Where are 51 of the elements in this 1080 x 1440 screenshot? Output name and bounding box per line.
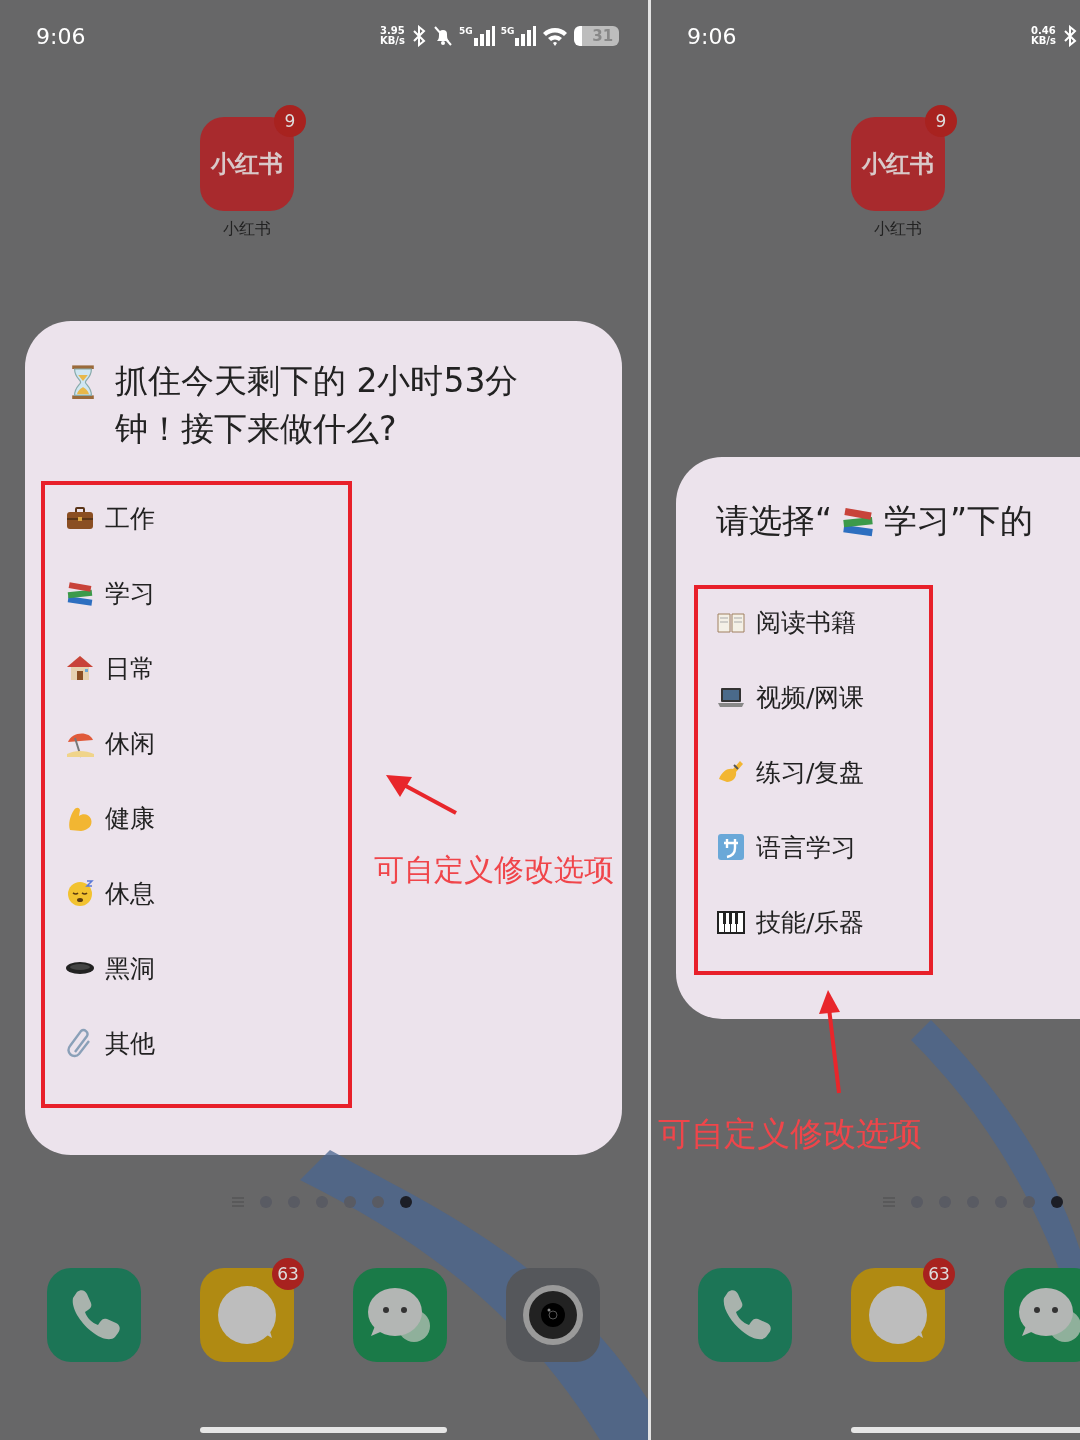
app-logo-text: 小红书 <box>211 149 283 180</box>
home-indicator[interactable] <box>200 1427 447 1433</box>
option-item[interactable]: 黑洞 <box>105 951 155 985</box>
widget-title-text: 请选择“ <box>716 500 833 542</box>
option-item[interactable]: 健康 <box>105 801 155 835</box>
annotation-text: 可自定义修改选项 <box>374 851 614 889</box>
option-item[interactable]: 休息 <box>105 876 155 910</box>
signal-bars-icon <box>514 26 537 46</box>
widget-title-text: 学习”下的 <box>884 500 1034 542</box>
phone-app-icon <box>698 1268 792 1362</box>
option-item[interactable]: 练习/复盘 <box>756 755 865 789</box>
annotation-text: 可自定义修改选项 <box>658 1113 922 1155</box>
signal-bars-icon <box>472 26 495 46</box>
clock-time: 9:06 <box>36 23 87 49</box>
network-type-label: 5G <box>500 26 515 36</box>
option-item[interactable]: 学习 <box>105 576 155 610</box>
option-item[interactable]: 语言学习 <box>756 830 856 864</box>
page-indicator-dot[interactable] <box>316 1196 328 1208</box>
chat-app-icon <box>1004 1268 1080 1362</box>
network-speed-value: 0.46 <box>1031 26 1056 36</box>
network-speed-value: 3.95 <box>380 26 405 36</box>
network-speed-unit: KB/s <box>1031 36 1056 46</box>
notification-badge: 63 <box>923 1258 955 1290</box>
home-indicator[interactable] <box>851 1427 1080 1433</box>
sleeping-face-icon <box>65 878 95 908</box>
widget-title-text: 抓住今天剩下的 2小时53分钟！接下来做什么? <box>115 360 520 450</box>
phone-app-icon <box>47 1268 141 1362</box>
chat-app-icon <box>353 1268 447 1362</box>
notification-badge: 9 <box>274 105 306 137</box>
network-type-label: 5G <box>459 26 473 36</box>
hole-icon <box>65 962 95 974</box>
bluetooth-icon <box>411 25 427 47</box>
house-icon <box>65 653 95 683</box>
notification-badge: 63 <box>272 1258 304 1290</box>
page-indicator-dot[interactable] <box>1023 1196 1035 1208</box>
option-item[interactable]: 阅读书籍 <box>756 605 856 639</box>
bluetooth-icon <box>1062 25 1078 47</box>
option-item[interactable]: 其他 <box>105 1026 155 1060</box>
camera-app-icon <box>506 1268 600 1362</box>
notification-badge: 9 <box>925 105 957 137</box>
app-logo-text: 小红书 <box>862 149 934 180</box>
clock-time: 9:06 <box>687 23 738 49</box>
wifi-icon <box>542 26 569 46</box>
muted-bell-icon <box>433 25 453 47</box>
language-sign-icon <box>716 832 746 862</box>
option-item[interactable]: 日常 <box>105 651 155 685</box>
option-item[interactable]: 视频/网课 <box>756 680 865 714</box>
option-item[interactable]: 休闲 <box>105 726 155 760</box>
option-item[interactable]: 技能/乐器 <box>756 905 865 939</box>
option-item[interactable]: 工作 <box>105 501 155 535</box>
network-speed-unit: KB/s <box>380 36 405 46</box>
